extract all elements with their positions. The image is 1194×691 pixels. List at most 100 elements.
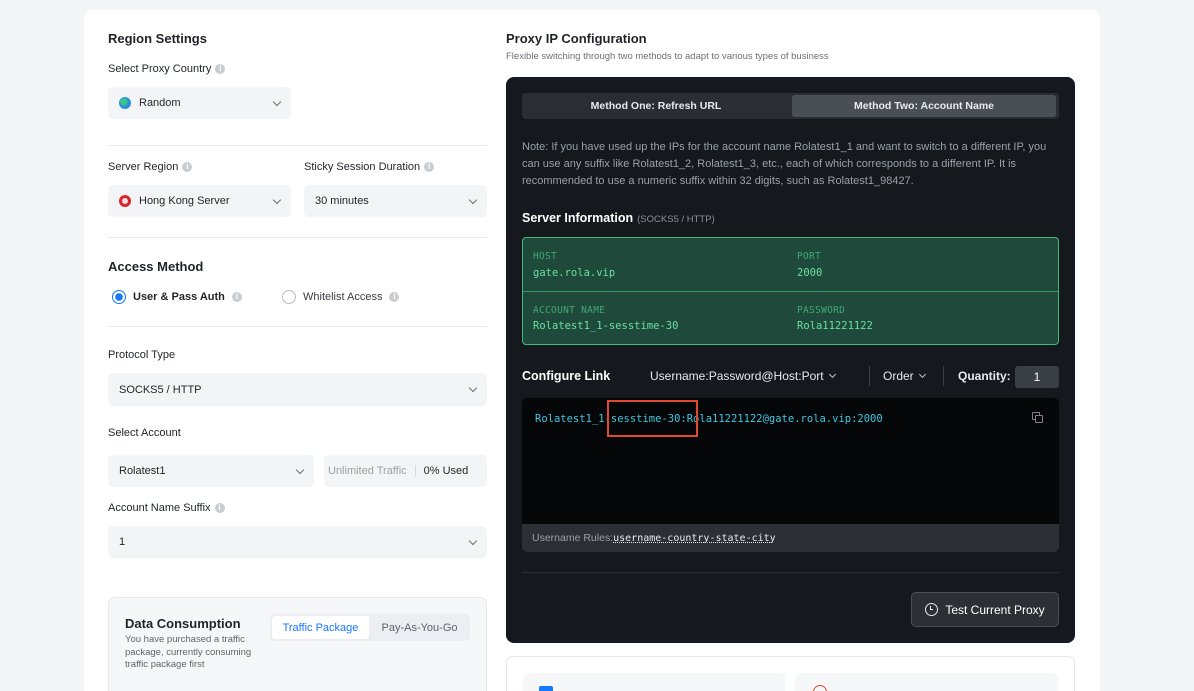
link-output-box: Rolatest1_1-sesstime-30:Rola11221122@gat… bbox=[522, 398, 1059, 552]
account-name-label: ACCOUNT NAME bbox=[533, 305, 606, 316]
proxy-country-select[interactable]: Random bbox=[108, 87, 291, 119]
info-icon[interactable]: i bbox=[182, 162, 193, 172]
divider bbox=[522, 572, 1059, 573]
username-rules-bar: Username Rules: username-country-state-c… bbox=[522, 524, 1059, 552]
access-option-whitelist[interactable]: Whitelist Access i bbox=[282, 290, 400, 304]
sticky-session-value: 30 minutes bbox=[315, 195, 369, 207]
sticky-session-select[interactable]: 30 minutes bbox=[304, 185, 487, 217]
sticky-session-label-text: Sticky Session Duration bbox=[304, 161, 421, 173]
globe-icon bbox=[119, 97, 131, 109]
port-label: PORT bbox=[797, 251, 822, 262]
stopwatch-icon bbox=[925, 603, 939, 616]
divider bbox=[523, 291, 1058, 292]
proxy-config-title: Proxy IP Configuration bbox=[506, 31, 647, 46]
username-rules-label: Username Rules: bbox=[532, 532, 614, 544]
server-region-label: Server Region i bbox=[108, 161, 193, 173]
chevron-down-icon bbox=[272, 195, 282, 204]
password-label: PASSWORD bbox=[797, 305, 846, 316]
quantity-label: Quantity: bbox=[958, 369, 1011, 383]
info-icon[interactable]: i bbox=[215, 64, 226, 74]
copy-icon[interactable] bbox=[1032, 412, 1044, 424]
tab-pay-as-you-go[interactable]: Pay-As-You-Go bbox=[371, 616, 468, 639]
traffic-status: Unlimited Traffic 0% Used bbox=[324, 455, 487, 487]
protocol-type-select[interactable]: SOCKS5 / HTTP bbox=[108, 373, 487, 406]
highlight-box bbox=[607, 400, 698, 437]
data-consumption-title: Data Consumption bbox=[125, 616, 241, 631]
configure-link-title: Configure Link bbox=[522, 369, 611, 383]
chevron-down-icon bbox=[468, 195, 478, 204]
hong-kong-flag-icon bbox=[119, 195, 131, 207]
select-account-label: Select Account bbox=[108, 427, 181, 439]
server-info-heading: Server Information (SOCKS5 / HTTP) bbox=[522, 211, 715, 225]
chevron-down-icon bbox=[468, 383, 478, 393]
account-select[interactable]: Rolatest1 bbox=[108, 455, 314, 487]
traffic-label: Unlimited Traffic bbox=[328, 465, 407, 477]
server-region-value: Hong Kong Server bbox=[139, 195, 230, 207]
region-settings-title: Region Settings bbox=[108, 31, 207, 46]
proxy-country-value: Random bbox=[139, 97, 181, 109]
quantity-input[interactable]: 1 bbox=[1015, 366, 1059, 388]
bottom-card-1[interactable] bbox=[523, 673, 785, 691]
protocol-type-value: SOCKS5 / HTTP bbox=[119, 383, 202, 396]
server-info-box: HOST gate.rola.vip PORT 2000 ACCOUNT NAM… bbox=[522, 237, 1059, 345]
radio-unselected[interactable] bbox=[282, 290, 296, 304]
guide-icon bbox=[539, 686, 553, 691]
tab-method-two[interactable]: Method Two: Account Name bbox=[792, 95, 1056, 117]
test-proxy-button[interactable]: Test Current Proxy bbox=[911, 592, 1059, 627]
note-text: Note: If you have used up the IPs for th… bbox=[522, 141, 1047, 187]
format-value: Username:Password@Host:Port bbox=[650, 369, 824, 383]
account-suffix-label-text: Account Name Suffix bbox=[108, 502, 211, 514]
divider bbox=[108, 237, 487, 238]
consumption-tabs: Traffic Package Pay-As-You-Go bbox=[270, 614, 470, 641]
order-dropdown[interactable]: Order bbox=[883, 369, 926, 383]
chevron-down-icon bbox=[468, 536, 478, 545]
account-name-value[interactable]: Rolatest1_1-sesstime-30 bbox=[533, 320, 678, 332]
chevron-down-icon bbox=[295, 465, 305, 474]
divider bbox=[869, 366, 870, 386]
test-proxy-label: Test Current Proxy bbox=[945, 602, 1045, 617]
sticky-session-label: Sticky Session Duration i bbox=[304, 161, 435, 173]
proxy-country-label-text: Select Proxy Country bbox=[108, 63, 212, 75]
radio-selected[interactable] bbox=[112, 290, 126, 304]
chevron-down-icon bbox=[828, 370, 836, 379]
link-part-host: Rola11221122@gate.rola.vip:2000 bbox=[686, 413, 883, 425]
divider bbox=[943, 366, 944, 386]
protocol-type-label: Protocol Type bbox=[108, 349, 176, 361]
server-region-label-text: Server Region bbox=[108, 161, 179, 173]
method-tabs: Method One: Refresh URL Method Two: Acco… bbox=[522, 93, 1059, 119]
tab-traffic-package[interactable]: Traffic Package bbox=[272, 616, 369, 639]
divider bbox=[108, 326, 487, 327]
host-value[interactable]: gate.rola.vip bbox=[533, 267, 615, 279]
traffic-used: 0% Used bbox=[423, 465, 469, 477]
proxy-config-subtitle: Flexible switching through two methods t… bbox=[506, 51, 829, 62]
username-rules-value[interactable]: username-country-state-city bbox=[613, 533, 776, 544]
chevron-down-icon bbox=[272, 97, 282, 106]
info-icon[interactable]: i bbox=[424, 162, 435, 172]
access-option-user-pass[interactable]: User & Pass Auth i bbox=[112, 290, 242, 304]
info-icon[interactable]: i bbox=[214, 503, 225, 513]
host-label: HOST bbox=[533, 251, 558, 262]
info-icon[interactable]: i bbox=[231, 292, 242, 302]
proxy-link-text[interactable]: Rolatest1_1-sesstime-30:Rola11221122@gat… bbox=[535, 413, 883, 425]
start-icon bbox=[813, 685, 827, 691]
account-value: Rolatest1 bbox=[119, 465, 166, 477]
account-suffix-value: 1 bbox=[119, 536, 126, 548]
server-region-select[interactable]: Hong Kong Server bbox=[108, 185, 291, 217]
format-dropdown[interactable]: Username:Password@Host:Port bbox=[650, 369, 836, 383]
port-value[interactable]: 2000 bbox=[797, 267, 822, 279]
access-option-2-label: Whitelist Access bbox=[303, 291, 383, 303]
tab-method-one[interactable]: Method One: Refresh URL bbox=[524, 95, 788, 117]
access-option-1-label: User & Pass Auth bbox=[133, 291, 225, 303]
account-suffix-select[interactable]: 1 bbox=[108, 526, 487, 558]
proxy-country-label: Select Proxy Country i bbox=[108, 63, 226, 75]
divider bbox=[108, 145, 487, 146]
order-label: Order bbox=[883, 369, 914, 383]
bottom-card-2[interactable] bbox=[795, 673, 1058, 691]
server-info-sub: (SOCKS5 / HTTP) bbox=[637, 214, 715, 225]
info-icon[interactable]: i bbox=[389, 292, 400, 302]
access-method-title: Access Method bbox=[108, 259, 204, 274]
data-consumption-desc: You have purchased a traffic package, cu… bbox=[125, 634, 252, 670]
server-info-title: Server Information bbox=[522, 211, 634, 225]
password-value[interactable]: Rola11221122 bbox=[797, 320, 873, 332]
chevron-down-icon bbox=[918, 370, 926, 379]
